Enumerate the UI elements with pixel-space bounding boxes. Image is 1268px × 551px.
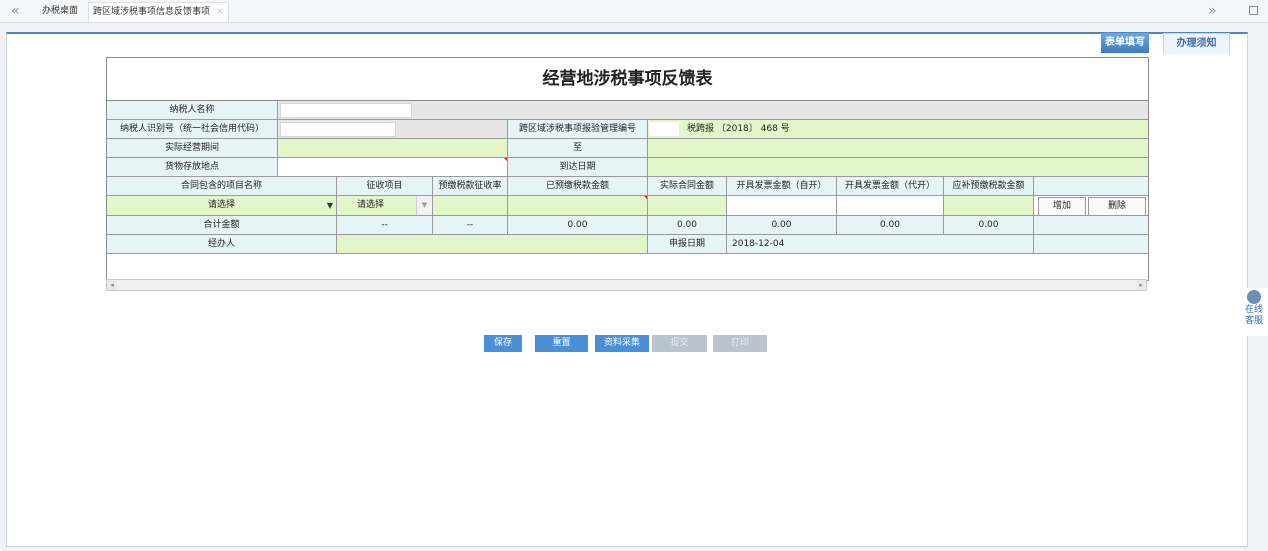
online-support[interactable]: 在线 客服 bbox=[1240, 288, 1268, 336]
scroll-right-arrow-icon[interactable]: ▸ bbox=[1136, 280, 1146, 290]
taxpayer-name-cell bbox=[278, 101, 1148, 120]
total-supplement: 0.00 bbox=[944, 216, 1034, 235]
add-row-button[interactable]: 增加 bbox=[1038, 197, 1086, 215]
taxpayer-id-cell bbox=[278, 120, 508, 139]
total-rate: -- bbox=[433, 216, 508, 235]
scroll-left-icon[interactable]: « bbox=[11, 3, 20, 19]
header-levy-item: 征收项目 bbox=[337, 177, 433, 196]
total-invoice-agent: 0.00 bbox=[837, 216, 944, 235]
taxpayer-name-label: 纳税人名称 bbox=[107, 101, 278, 120]
total-label: 合计金额 bbox=[107, 216, 337, 235]
scroll-left-arrow-icon[interactable]: ◂ bbox=[107, 280, 117, 290]
levy-select-value: 请选择 bbox=[357, 200, 385, 210]
date-label: 申报日期 bbox=[648, 235, 727, 254]
form-title: 经营地涉税事项反馈表 bbox=[107, 58, 1148, 101]
taxpayer-id-label: 纳税人识别号（统一社会信用代码） bbox=[107, 120, 278, 139]
tab-form-fill[interactable]: 表单填写 bbox=[1101, 33, 1149, 53]
handler-input[interactable] bbox=[337, 235, 648, 254]
support-line1: 在线 bbox=[1244, 305, 1263, 315]
reset-button[interactable]: 重置 bbox=[535, 335, 588, 352]
submit-button[interactable]: 提交 bbox=[652, 335, 707, 352]
tab-tax-desktop[interactable]: 办税桌面 bbox=[38, 2, 82, 21]
project-select-value: 请选择 bbox=[207, 200, 235, 210]
date-blank bbox=[1034, 235, 1148, 254]
chevron-down-icon: ▼ bbox=[416, 196, 432, 215]
date-value: 2018-12-04 bbox=[727, 235, 1034, 254]
header-supplement-amount: 应补预缴税款金额 bbox=[944, 177, 1034, 196]
header-contract-amount: 实际合同金额 bbox=[648, 177, 727, 196]
arrival-label: 到达日期 bbox=[508, 158, 648, 177]
storage-label: 货物存放地点 bbox=[107, 158, 278, 177]
period-to-label: 至 bbox=[508, 139, 648, 158]
period-label: 实际经营期间 bbox=[107, 139, 278, 158]
mgmt-no-cell: 税跨报 〔2018〕 468 号 bbox=[648, 120, 1148, 139]
tab-cross-region-feedback[interactable]: 跨区域涉税事项信息反馈事项 × bbox=[88, 2, 229, 22]
support-line2: 客服 bbox=[1244, 316, 1263, 326]
total-invoice-self: 0.00 bbox=[727, 216, 837, 235]
delete-row-button[interactable]: 删除 bbox=[1088, 197, 1146, 215]
period-start-input[interactable] bbox=[278, 139, 508, 158]
invoice-agent-input[interactable] bbox=[837, 196, 944, 216]
collect-button[interactable]: 资料采集 bbox=[595, 335, 649, 352]
tab-label: 跨区域涉税事项信息反馈事项 bbox=[93, 7, 211, 17]
header-invoice-agent: 开具发票金额（代开） bbox=[837, 177, 944, 196]
mgmt-no-blank bbox=[649, 121, 679, 136]
feedback-form: 经营地涉税事项反馈表 纳税人名称 纳税人识别号（统一社会信用代码） 跨区域涉税事… bbox=[106, 57, 1149, 281]
invoice-self-input[interactable] bbox=[727, 196, 837, 216]
tab-notice[interactable]: 办理须知 bbox=[1163, 33, 1230, 54]
prepay-rate-input[interactable] bbox=[433, 196, 508, 216]
mgmt-no-label: 跨区域涉税事项报验管理编号 bbox=[508, 120, 648, 139]
chevron-down-icon: ▼ bbox=[326, 201, 333, 210]
close-icon[interactable]: × bbox=[216, 7, 224, 17]
header-prepaid-amount: 已预缴税款金额 bbox=[508, 177, 648, 196]
mgmt-no-value: 税跨报 〔2018〕 468 号 bbox=[687, 124, 790, 134]
total-levy: -- bbox=[337, 216, 433, 235]
period-end-input[interactable] bbox=[648, 139, 1148, 158]
taxpayer-id-input[interactable] bbox=[280, 122, 396, 137]
header-prepay-rate: 预缴税款征收率 bbox=[433, 177, 508, 196]
total-contract: 0.00 bbox=[648, 216, 727, 235]
arrival-input[interactable] bbox=[648, 158, 1148, 177]
total-actions-blank bbox=[1034, 216, 1148, 235]
scroll-right-icon[interactable]: » bbox=[1208, 3, 1217, 19]
horizontal-scrollbar[interactable]: ◂ ▸ bbox=[106, 279, 1147, 291]
tab-bar: « 办税桌面 跨区域涉税事项信息反馈事项 × » bbox=[0, 0, 1268, 23]
total-prepaid: 0.00 bbox=[508, 216, 648, 235]
header-project-name: 合同包含的项目名称 bbox=[107, 177, 337, 196]
print-button[interactable]: 打印 bbox=[713, 335, 767, 352]
support-agent-icon bbox=[1247, 290, 1261, 304]
save-button[interactable]: 保存 bbox=[484, 335, 522, 352]
levy-select[interactable]: 请选择 ▼ bbox=[337, 196, 433, 216]
project-select[interactable]: 请选择 ▼ bbox=[107, 196, 337, 216]
contract-amount-input[interactable] bbox=[648, 196, 727, 216]
header-invoice-self: 开具发票金额（自开） bbox=[727, 177, 837, 196]
header-actions bbox=[1034, 177, 1148, 196]
maximize-icon[interactable] bbox=[1249, 6, 1258, 15]
prepaid-amount-input[interactable] bbox=[508, 196, 648, 216]
handler-label: 经办人 bbox=[107, 235, 337, 254]
storage-input[interactable] bbox=[278, 158, 508, 177]
supplement-amount-input[interactable] bbox=[944, 196, 1034, 216]
row-actions: 增加 删除 bbox=[1034, 196, 1148, 216]
taxpayer-name-input[interactable] bbox=[280, 103, 412, 118]
